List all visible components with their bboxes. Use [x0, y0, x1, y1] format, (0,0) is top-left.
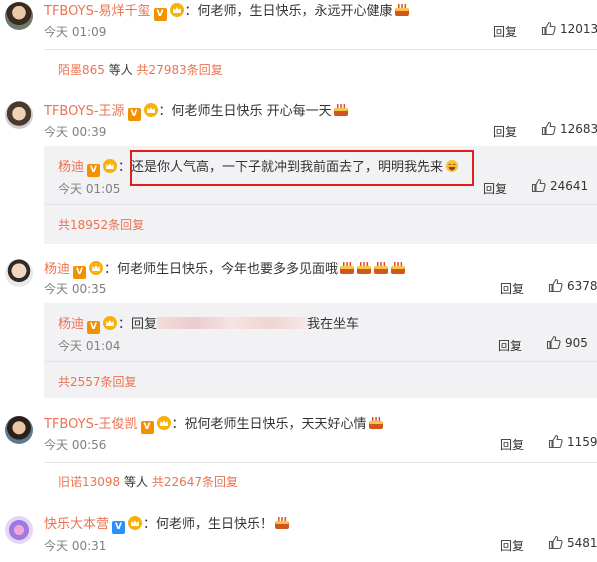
crown-icon	[169, 3, 184, 17]
reply-button[interactable]: 回复	[493, 123, 517, 140]
like-button[interactable]: 5481	[548, 535, 597, 550]
like-count: 5481	[567, 536, 597, 550]
avatar[interactable]	[5, 101, 33, 129]
comment-text: ：何老师，生日快乐！	[143, 517, 274, 532]
avatar[interactable]	[5, 259, 33, 287]
comment-line: TFBOYS-王俊凯 V ：祝何老师生日快乐，天天好心情	[44, 413, 384, 434]
divider	[44, 204, 597, 205]
cake-icon	[374, 262, 389, 274]
comment-text: ：祝何老师生日快乐，天天好心情	[171, 417, 367, 432]
crown-icon	[89, 261, 104, 275]
replier-name[interactable]: 旧诺13098	[58, 475, 120, 489]
divider	[44, 462, 597, 463]
crown-icon	[103, 316, 118, 330]
divider	[44, 49, 597, 50]
more-replies-link[interactable]: 旧诺13098 等人 共22647条回复	[58, 473, 238, 490]
sub-reply-box: 杨迪 V ：回复 我在坐车 今天 01:04 回复 905 共2557条回复	[44, 303, 597, 398]
comment-line: 杨迪 V ：何老师生日快乐，今年也要多多见面哦	[44, 258, 406, 279]
crown-icon	[143, 103, 158, 117]
username-link[interactable]: 快乐大本营	[44, 517, 109, 532]
reply-button[interactable]: 回复	[483, 180, 507, 197]
crown-icon	[103, 159, 118, 173]
thumbs-up-icon	[541, 121, 556, 136]
thumbs-up-icon	[548, 434, 563, 449]
crown-icon	[128, 516, 143, 530]
like-count: 11597	[567, 435, 597, 449]
comment-text: ：何老师生日快乐，今年也要多多见面哦	[104, 262, 339, 277]
cake-icon	[340, 262, 355, 274]
cake-icon	[275, 517, 290, 529]
verified-icon: V	[87, 164, 101, 177]
timestamp: 今天 01:04	[58, 339, 121, 353]
reply-count[interactable]: 共27983条回复	[137, 63, 223, 77]
username-link[interactable]: TFBOYS-易烊千玺	[44, 4, 151, 19]
cake-icon	[333, 104, 348, 116]
comment-line: TFBOYS-王源 V ：何老师生日快乐 开心每一天	[44, 100, 349, 121]
timestamp: 今天 00:35	[44, 282, 107, 296]
username-link[interactable]: 杨迪	[58, 317, 84, 332]
like-button[interactable]: 12683	[541, 121, 597, 136]
timestamp: 今天 00:31	[44, 539, 107, 553]
reply-button[interactable]: 回复	[493, 23, 517, 40]
thumbs-up-icon	[541, 21, 556, 36]
reply-button[interactable]: 回复	[500, 280, 524, 297]
username-link[interactable]: TFBOYS-王俊凯	[44, 417, 138, 432]
comment-line: 快乐大本营 V ：何老师，生日快乐！	[44, 513, 290, 534]
more-replies-mid: 等人	[120, 475, 152, 489]
timestamp: 今天 00:39	[44, 125, 107, 139]
like-button[interactable]: 24641	[531, 178, 588, 193]
like-count: 12013	[560, 22, 597, 36]
like-button[interactable]: 11597	[548, 434, 597, 449]
divider	[44, 361, 597, 362]
verified-icon: V	[112, 521, 126, 534]
reply-count[interactable]: 共22647条回复	[152, 475, 238, 489]
comment-line: TFBOYS-易烊千玺 V ：何老师，生日快乐，永远开心健康	[44, 0, 410, 21]
like-button[interactable]: 905	[546, 335, 588, 350]
like-count: 12683	[560, 122, 597, 136]
thumbs-up-icon	[531, 178, 546, 193]
timestamp: 今天 01:09	[44, 25, 107, 39]
username-link[interactable]: 杨迪	[58, 160, 84, 175]
verified-icon: V	[140, 421, 154, 434]
username-link[interactable]: 杨迪	[44, 262, 70, 277]
more-replies-link[interactable]: 共18952条回复	[58, 216, 144, 233]
timestamp: 今天 00:56	[44, 438, 107, 452]
like-button[interactable]: 6378	[548, 278, 597, 293]
like-button[interactable]: 12013	[541, 21, 597, 36]
timestamp: 今天 01:05	[58, 182, 121, 196]
reply-button[interactable]: 回复	[498, 337, 522, 354]
verified-icon: V	[127, 108, 141, 121]
sub-reply-line: 杨迪 V ：回复 我在坐车	[58, 313, 359, 334]
verified-icon: V	[87, 321, 101, 334]
highlight-box	[130, 150, 474, 186]
avatar[interactable]	[5, 416, 33, 444]
sub-reply-prefix: ：回复	[118, 317, 158, 332]
crown-icon	[156, 416, 171, 430]
cake-icon	[394, 4, 409, 16]
more-replies-mid: 等人	[104, 63, 137, 77]
avatar[interactable]	[5, 2, 33, 30]
like-count: 6378	[567, 279, 597, 293]
like-count: 24641	[550, 179, 589, 193]
thumbs-up-icon	[548, 535, 563, 550]
avatar[interactable]	[5, 516, 33, 544]
replier-name[interactable]: 陌墨865	[58, 63, 105, 77]
reply-button[interactable]: 回复	[500, 436, 524, 453]
cake-icon	[368, 417, 383, 429]
username-link[interactable]: TFBOYS-王源	[44, 104, 125, 119]
verified-icon: V	[73, 266, 87, 279]
cake-icon	[357, 262, 372, 274]
more-replies-link[interactable]: 陌墨865 等人 共27983条回复	[58, 61, 223, 78]
blurred-username	[157, 317, 308, 329]
like-count: 905	[565, 336, 588, 350]
thumbs-up-icon	[546, 335, 561, 350]
reply-button[interactable]: 回复	[500, 537, 524, 554]
more-replies-link[interactable]: 共2557条回复	[58, 373, 137, 390]
thumbs-up-icon	[548, 278, 563, 293]
comment-text: ：何老师生日快乐 开心每一天	[158, 104, 332, 119]
sub-reply-text: 我在坐车	[307, 317, 360, 332]
comment-text: ：何老师，生日快乐，永远开心健康	[184, 4, 393, 19]
verified-icon: V	[153, 8, 167, 21]
cake-icon	[391, 262, 406, 274]
